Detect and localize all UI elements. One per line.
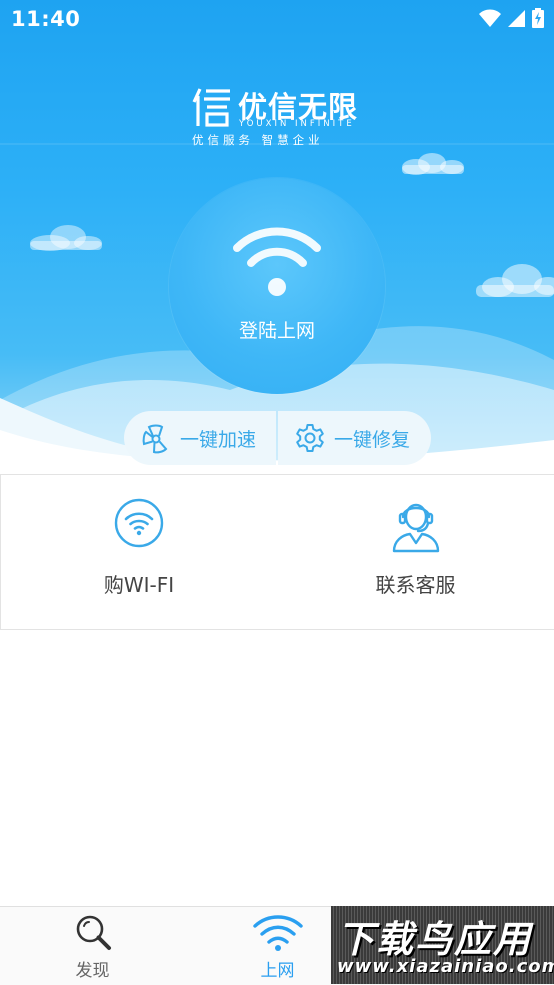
repair-label: 一键修复 (334, 428, 411, 451)
buy-wifi-tile[interactable]: 购WI-FI (0, 474, 278, 630)
wifi-icon (252, 915, 303, 951)
cloud-top-right (402, 153, 464, 175)
brand-logo: 优信无限 YOUXIN INFINITE 优信服务 智慧企业 (190, 82, 370, 148)
battery-charging-icon (532, 8, 544, 28)
watermark-overlay: 下载鸟应用 www.xiazainiao.com (331, 906, 554, 984)
cloud-left (30, 225, 102, 251)
tab-discover-label: 发现 (75, 961, 110, 981)
login-button[interactable]: 登陆上网 (169, 178, 385, 394)
cloud-right (476, 264, 554, 297)
status-bar: 11:40 (0, 0, 554, 38)
customer-service-icon (392, 503, 439, 553)
wifi-icon (479, 9, 501, 27)
search-icon (76, 915, 111, 950)
watermark-title: 下载鸟应用 (337, 918, 532, 961)
wifi-icon (233, 227, 321, 296)
brand-slogan: 优信服务 智慧企业 (192, 133, 324, 147)
contact-service-tile[interactable]: 联系客服 (277, 474, 554, 630)
brand-mark-icon (192, 88, 230, 127)
cell-signal-icon (508, 10, 525, 27)
speed-up-button[interactable]: 一键加速 (124, 411, 276, 465)
wifi-circle-icon (114, 498, 164, 548)
status-time: 11:40 (11, 7, 81, 31)
hero-banner: 11:40 优信无限 YOUXIN INFINITE 优信服务 智慧企业 登陆上… (0, 0, 554, 472)
watermark-url: www.xiazainiao.com (337, 956, 554, 977)
speed-up-label: 一键加速 (180, 428, 257, 451)
gear-icon (294, 422, 326, 454)
contact-service-label: 联系客服 (375, 573, 456, 597)
service-tiles: 购WI-FI 联系客服 (0, 474, 554, 630)
login-label: 登陆上网 (238, 320, 315, 342)
fan-icon (140, 422, 172, 454)
repair-button[interactable]: 一键修复 (278, 411, 431, 465)
status-icons (478, 8, 544, 28)
tab-discover[interactable]: 发现 (0, 907, 185, 985)
brand-english: YOUXIN INFINITE (239, 119, 355, 129)
buy-wifi-label: 购WI-FI (103, 573, 175, 597)
